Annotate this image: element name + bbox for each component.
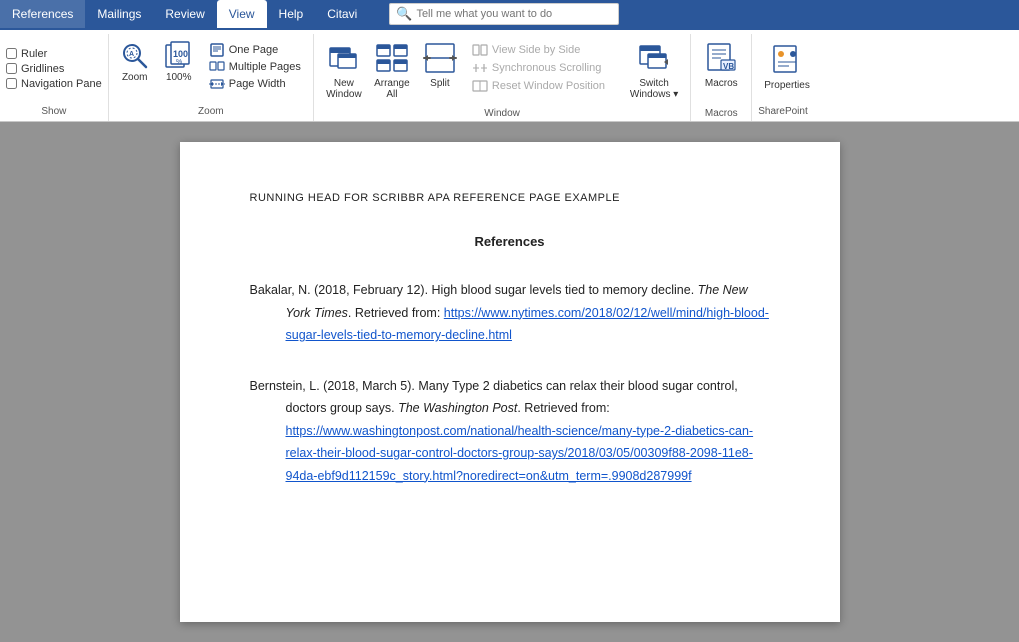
split-button[interactable]: Split: [416, 36, 464, 93]
multiple-pages-label: Multiple Pages: [229, 61, 301, 73]
search-input[interactable]: [416, 8, 612, 20]
multiple-pages-button[interactable]: Multiple Pages: [205, 59, 305, 75]
window-group-label: Window: [484, 104, 520, 119]
nav-pane-label: Navigation Pane: [21, 78, 102, 90]
macros-group-label: Macros: [705, 104, 738, 119]
reference-entry-2: Bernstein, L. (2018, March 5). Many Type…: [250, 375, 770, 488]
reset-window-icon: [472, 79, 488, 93]
one-page-label: One Page: [229, 44, 279, 56]
ruler-checkbox[interactable]: Ruler: [6, 48, 102, 60]
zoom-button-label: Zoom: [122, 72, 148, 83]
view-side-by-side-label: View Side by Side: [492, 44, 580, 56]
ribbon-group-zoom: A Zoom 100 % 100%: [109, 34, 314, 121]
properties-button[interactable]: Properties: [758, 38, 816, 95]
search-bar[interactable]: 🔍: [389, 3, 619, 25]
svg-text:VB: VB: [723, 62, 734, 71]
page-title: References: [250, 234, 770, 249]
sharepoint-group-label: SharePoint: [758, 102, 807, 117]
macros-label: Macros: [705, 78, 738, 89]
one-page-button[interactable]: One Page: [205, 42, 305, 58]
ribbon-group-macros: VB Macros Macros: [691, 34, 752, 121]
ref1-text-after: . Retrieved from:: [348, 306, 444, 320]
switch-windows-icon: [636, 40, 672, 76]
macros-button[interactable]: VB Macros: [697, 36, 745, 93]
gridlines-checkbox-input[interactable]: [6, 63, 17, 74]
ribbon-group-show: Ruler Gridlines Navigation Pane Show: [0, 34, 109, 121]
page-width-icon: [209, 77, 225, 91]
gridlines-label: Gridlines: [21, 63, 64, 75]
running-head: RUNNING HEAD FOR SCRIBBR APA REFERENCE P…: [250, 192, 770, 204]
switch-windows-label: SwitchWindows ▾: [630, 78, 678, 100]
reference-entry-1: Bakalar, N. (2018, February 12). High bl…: [250, 279, 770, 347]
sync-scrolling-icon: [472, 61, 488, 75]
document-area: RUNNING HEAD FOR SCRIBBR APA REFERENCE P…: [0, 122, 1019, 642]
tab-references[interactable]: References: [0, 0, 85, 28]
zoom-icon: A: [119, 40, 151, 72]
search-icon: 🔍: [396, 6, 412, 22]
ref1-text-before: Bakalar, N. (2018, February 12). High bl…: [250, 283, 698, 297]
sync-scrolling-label: Synchronous Scrolling: [492, 62, 601, 74]
ribbon-group-sharepoint: Properties SharePoint: [752, 34, 822, 121]
arrange-all-button[interactable]: ArrangeAll: [368, 36, 416, 104]
reset-window-label: Reset Window Position: [492, 80, 605, 92]
arrange-all-label: ArrangeAll: [374, 78, 410, 100]
zoom-percent-icon: 100 %: [163, 40, 195, 72]
view-side-by-side-button[interactable]: View Side by Side: [468, 42, 620, 58]
split-label: Split: [430, 78, 449, 89]
macros-icon: VB: [703, 40, 739, 76]
properties-icon: [769, 42, 805, 78]
ruler-checkbox-input[interactable]: [6, 48, 17, 59]
new-window-icon: [326, 40, 362, 76]
new-window-label: NewWindow: [326, 78, 362, 100]
page-width-label: Page Width: [229, 78, 286, 90]
ref2-link[interactable]: https://www.washingtonpost.com/national/…: [286, 424, 754, 483]
page-view-col: One Page Multiple Pages: [203, 38, 307, 96]
gridlines-checkbox[interactable]: Gridlines: [6, 63, 102, 75]
ribbon-tab-bar: References Mailings Review View Help Cit…: [0, 0, 1019, 30]
nav-pane-checkbox[interactable]: Navigation Pane: [6, 78, 102, 90]
zoom-button[interactable]: A Zoom: [115, 38, 155, 85]
properties-label: Properties: [764, 80, 810, 91]
ref2-text-after: . Retrieved from:: [517, 401, 609, 415]
new-window-button[interactable]: NewWindow: [320, 36, 368, 104]
view-side-by-side-icon: [472, 43, 488, 57]
show-group-label: Show: [41, 102, 66, 117]
tab-mailings[interactable]: Mailings: [85, 0, 153, 28]
split-icon: [422, 40, 458, 76]
arrange-all-icon: [374, 40, 410, 76]
multiple-pages-icon: [209, 60, 225, 74]
zoom-percent-label: 100%: [166, 72, 192, 83]
reset-window-button[interactable]: Reset Window Position: [468, 78, 620, 94]
zoom-percent-button[interactable]: 100 % 100%: [159, 38, 199, 85]
document-page: RUNNING HEAD FOR SCRIBBR APA REFERENCE P…: [180, 142, 840, 622]
switch-windows-button[interactable]: SwitchWindows ▾: [624, 36, 684, 104]
sync-scrolling-button[interactable]: Synchronous Scrolling: [468, 60, 620, 76]
svg-text:A: A: [129, 51, 134, 58]
tab-help[interactable]: Help: [267, 0, 316, 28]
tab-citavi[interactable]: Citavi: [315, 0, 369, 28]
one-page-icon: [209, 43, 225, 57]
ref2-italic: The Washington Post: [398, 401, 517, 415]
ribbon: Ruler Gridlines Navigation Pane Show: [0, 30, 1019, 122]
svg-text:100: 100: [173, 49, 188, 59]
ribbon-group-window: NewWindow ArrangeAll: [314, 34, 691, 121]
zoom-group-label: Zoom: [198, 102, 224, 117]
tab-review[interactable]: Review: [153, 0, 216, 28]
ruler-label: Ruler: [21, 48, 47, 60]
page-width-button[interactable]: Page Width: [205, 76, 305, 92]
nav-pane-checkbox-input[interactable]: [6, 78, 17, 89]
tab-view[interactable]: View: [217, 0, 267, 28]
svg-text:%: %: [176, 59, 182, 66]
